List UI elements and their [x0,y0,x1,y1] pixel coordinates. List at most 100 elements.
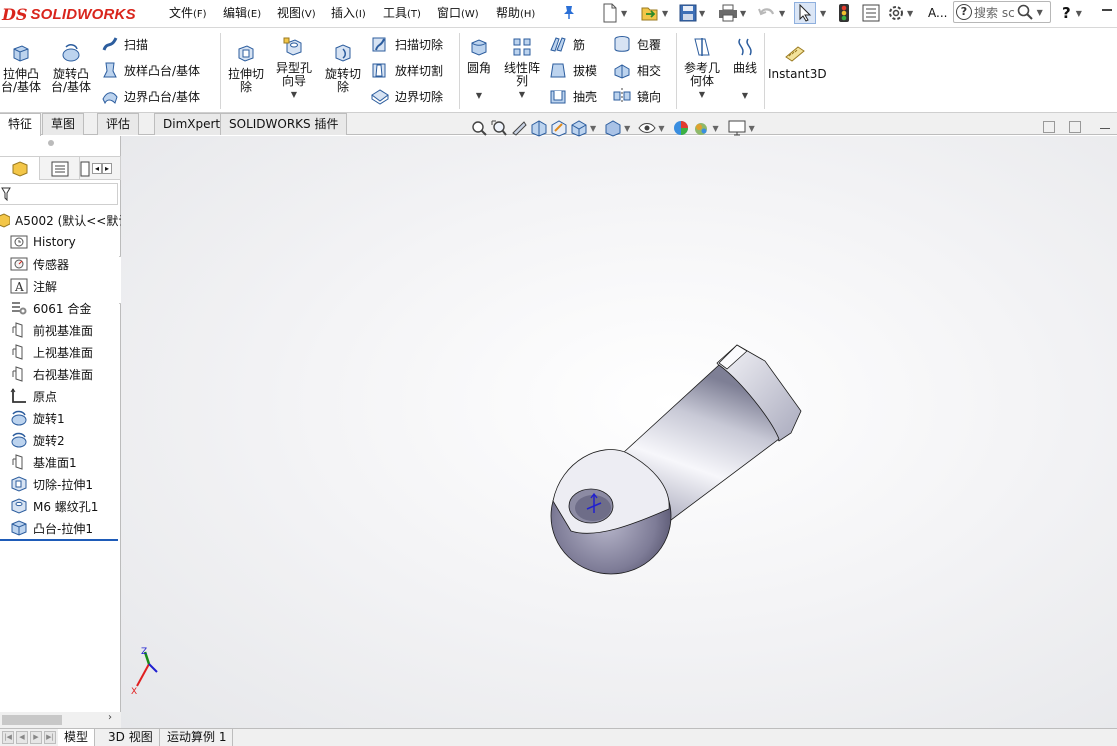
zoom-to-fit-button[interactable] [470,119,488,137]
previous-view-button[interactable] [510,119,528,137]
help-button[interactable]: ? ▼ [1062,2,1082,24]
tree-item-origin[interactable]: 原点 [10,385,57,407]
tab-sketch[interactable]: 草图 [42,113,85,135]
prev-tab-arrow-icon[interactable]: ◀ [16,731,28,744]
extrude-boss-button[interactable]: 拉伸凸 台/基体 [0,43,42,94]
edit-appearance-button[interactable] [672,119,690,137]
tree-horizontal-scrollbar[interactable]: › [0,712,121,728]
tree-item-revolve1[interactable]: 旋转1 [10,407,65,429]
instant3d-button[interactable]: Instant3D [768,43,827,81]
graphics-area[interactable]: Z X [121,136,1117,728]
select-button[interactable] [794,2,816,24]
draft-button[interactable]: 拔模 [548,60,597,80]
rib-button[interactable]: 筋 [548,34,585,54]
boundary-cut-button[interactable]: 边界切除 [370,86,443,106]
property-manager-tab[interactable] [40,157,80,180]
tree-item-front-plane[interactable]: 前视基准面 [10,319,93,341]
tab-3d-views[interactable]: 3D 视图 [102,729,160,746]
reference-geometry-button[interactable]: 参考几 何体 ▼ [680,37,724,101]
menu-view[interactable]: 视图(V) [277,4,316,22]
tree-item-history[interactable]: History [10,231,76,253]
collapse-task-pane-icon[interactable] [1043,121,1055,133]
sweep-button[interactable]: 扫描 [101,34,148,54]
search-box[interactable]: ? 搜索 sc ▼ [953,1,1051,23]
tree-item-sensors[interactable]: 传感器 [10,253,69,275]
loft-boss-button[interactable]: 放样凸台/基体 [101,60,200,80]
boundary-boss-button[interactable]: 边界凸台/基体 [101,86,200,106]
tab-dimxpert[interactable]: DimXpert [154,113,230,135]
section-view-button[interactable] [530,119,548,137]
tab-evaluate[interactable]: 评估 [97,113,140,135]
config-manager-tab[interactable]: ◂ ▸ [80,157,121,180]
solidworks-logo: DS SOLIDWORKS [2,2,140,26]
first-tab-arrow-icon[interactable]: |◀ [2,731,14,744]
revolve-boss-button[interactable]: 旋转凸 台/基体 [48,43,94,94]
feature-manager-tab[interactable] [0,157,40,180]
scroll-right-icon[interactable]: ▸ [102,163,113,174]
tab-model[interactable]: 模型 [58,729,96,746]
extrude-boss-feature-icon [11,520,27,536]
expand-task-pane-icon[interactable] [1069,121,1081,133]
tab-solidworks-addins[interactable]: SOLIDWORKS 插件 [220,113,348,135]
view-orientation-button[interactable] [570,119,588,137]
dynamic-annotation-button[interactable] [550,119,568,137]
rollback-bar[interactable] [0,539,118,541]
apply-scene-button[interactable] [692,119,710,137]
restore-bar-icon[interactable] [1102,9,1112,19]
options-button[interactable]: ▼ [887,2,913,24]
tree-item-right-plane[interactable]: 右视基准面 [10,363,93,385]
file-properties-button[interactable] [862,2,880,24]
undo-button[interactable]: ▼ [757,2,785,24]
new-file-button[interactable]: ▼ [601,2,627,24]
menu-tools[interactable]: 工具(T) [383,4,421,22]
tree-item-plane1[interactable]: 基准面1 [10,451,77,473]
print-button[interactable]: ▼ [718,2,746,24]
display-style-button[interactable] [604,119,622,137]
rebuild-button[interactable] [838,2,850,24]
hole-wizard-button[interactable]: 异型孔 向导 ▼ [272,37,316,101]
filter-row[interactable] [0,183,118,205]
save-button[interactable]: ▼ [679,2,705,24]
eye-bolt-model[interactable] [541,341,811,591]
menu-window[interactable]: 窗口(W) [437,4,479,22]
menu-file[interactable]: 文件(F) [169,4,207,22]
view-settings-button[interactable] [727,119,747,137]
tree-item-top-plane[interactable]: 上视基准面 [10,341,93,363]
select-options-caret[interactable]: ▼ [818,2,826,24]
intersect-button[interactable]: 相交 [612,60,661,80]
loft-cut-button[interactable]: 放样切割 [370,60,443,80]
menu-edit[interactable]: 编辑(E) [223,4,261,22]
wrap-button[interactable]: 包覆 [612,34,661,54]
curves-button[interactable]: 曲线 ▼ [728,37,762,102]
minimize-pane-icon[interactable] [1100,128,1110,129]
fillet-button[interactable]: 圆角 ▼ [462,37,496,102]
scrollbar-thumb[interactable] [2,715,62,725]
tree-item-revolve2[interactable]: 旋转2 [10,429,65,451]
tree-item-material[interactable]: 6061 合金 [10,297,91,319]
tree-item-cut-extrude1[interactable]: 切除-拉伸1 [10,473,93,495]
tree-item-boss-extrude1[interactable]: 凸台-拉伸1 [10,517,93,539]
pin-menu-icon[interactable] [562,4,576,20]
tree-item-annotations[interactable]: A 注解 [10,275,57,297]
linear-pattern-button[interactable]: 线性阵 列 ▼ [500,37,544,101]
shell-button[interactable]: 抽壳 [548,86,597,106]
scroll-left-icon[interactable]: ◂ [92,163,103,174]
tree-item-m6-tapped-hole1[interactable]: M6 螺纹孔1 [10,495,98,517]
scroll-right-arrow-icon[interactable]: › [108,712,112,723]
open-file-button[interactable]: ▼ [640,2,668,24]
next-tab-arrow-icon[interactable]: ▶ [30,731,42,744]
mirror-button[interactable]: 镜向 [612,86,661,106]
tree-root-part[interactable]: A5002 (默认<<默认 [0,209,121,231]
tab-features[interactable]: 特征 [0,113,42,136]
menu-insert[interactable]: 插入(I) [331,4,366,22]
hide-show-items-button[interactable] [638,119,656,137]
sweep-cut-button[interactable]: 扫描切除 [370,34,443,54]
revolve-cut-button[interactable]: 旋转切 除 [320,43,366,94]
last-tab-arrow-icon[interactable]: ▶| [44,731,56,744]
zoom-to-area-button[interactable] [490,119,508,137]
panel-grip-icon[interactable] [48,140,54,146]
tab-motion-study-1[interactable]: 运动算例 1 [161,729,234,746]
extrude-cut-button[interactable]: 拉伸切 除 [224,43,268,94]
toolbar-overflow[interactable]: A... [928,2,947,24]
menu-help[interactable]: 帮助(H) [496,4,535,22]
